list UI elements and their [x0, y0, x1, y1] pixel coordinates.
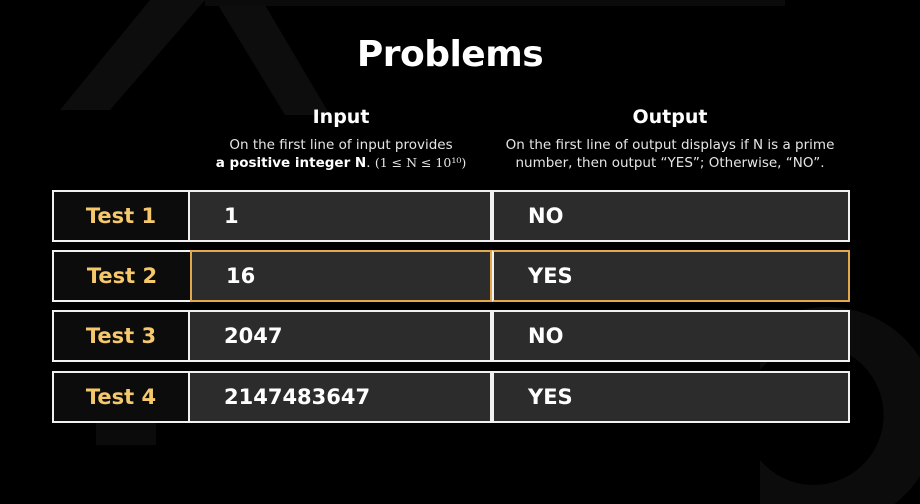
- page-title: Problems: [356, 34, 544, 75]
- test-label: Test 3: [52, 310, 190, 362]
- test-row-3: Test 3 2047 NO: [52, 310, 850, 362]
- input-heading: Input: [312, 106, 370, 128]
- test-label: Test 2: [52, 250, 190, 302]
- test-input-value: 2047: [190, 310, 492, 362]
- output-column-header: Output On the first line of output displ…: [490, 106, 850, 172]
- test-label: Test 4: [52, 371, 190, 423]
- input-description-bold: a positive integer N: [215, 155, 367, 171]
- input-description-line1: On the first line of input provides: [229, 137, 453, 153]
- test-output-value: YES: [492, 250, 850, 302]
- input-description-rest: .: [366, 155, 375, 171]
- test-input-value: 16: [190, 250, 492, 302]
- output-description-line1: On the first line of output displays if …: [505, 137, 835, 153]
- test-output-value: YES: [492, 371, 850, 423]
- test-label: Test 1: [52, 190, 190, 242]
- test-input-value: 2147483647: [190, 371, 492, 423]
- output-heading: Output: [632, 106, 708, 128]
- input-constraint: (1 ≤ N ≤ 10¹⁰): [374, 155, 467, 170]
- input-description: On the first line of input provides a po…: [196, 136, 486, 172]
- test-input-value: 1: [190, 190, 492, 242]
- output-description: On the first line of output displays if …: [490, 136, 850, 172]
- test-output-value: NO: [492, 310, 850, 362]
- test-output-value: NO: [492, 190, 850, 242]
- test-row-4: Test 4 2147483647 YES: [52, 371, 850, 423]
- output-description-line2: number, then output “YES”; Otherwise, “N…: [515, 155, 825, 171]
- input-column-header: Input On the first line of input provide…: [196, 106, 486, 172]
- test-row-1: Test 1 1 NO: [52, 190, 850, 242]
- test-row-2: Test 2 16 YES: [52, 250, 850, 302]
